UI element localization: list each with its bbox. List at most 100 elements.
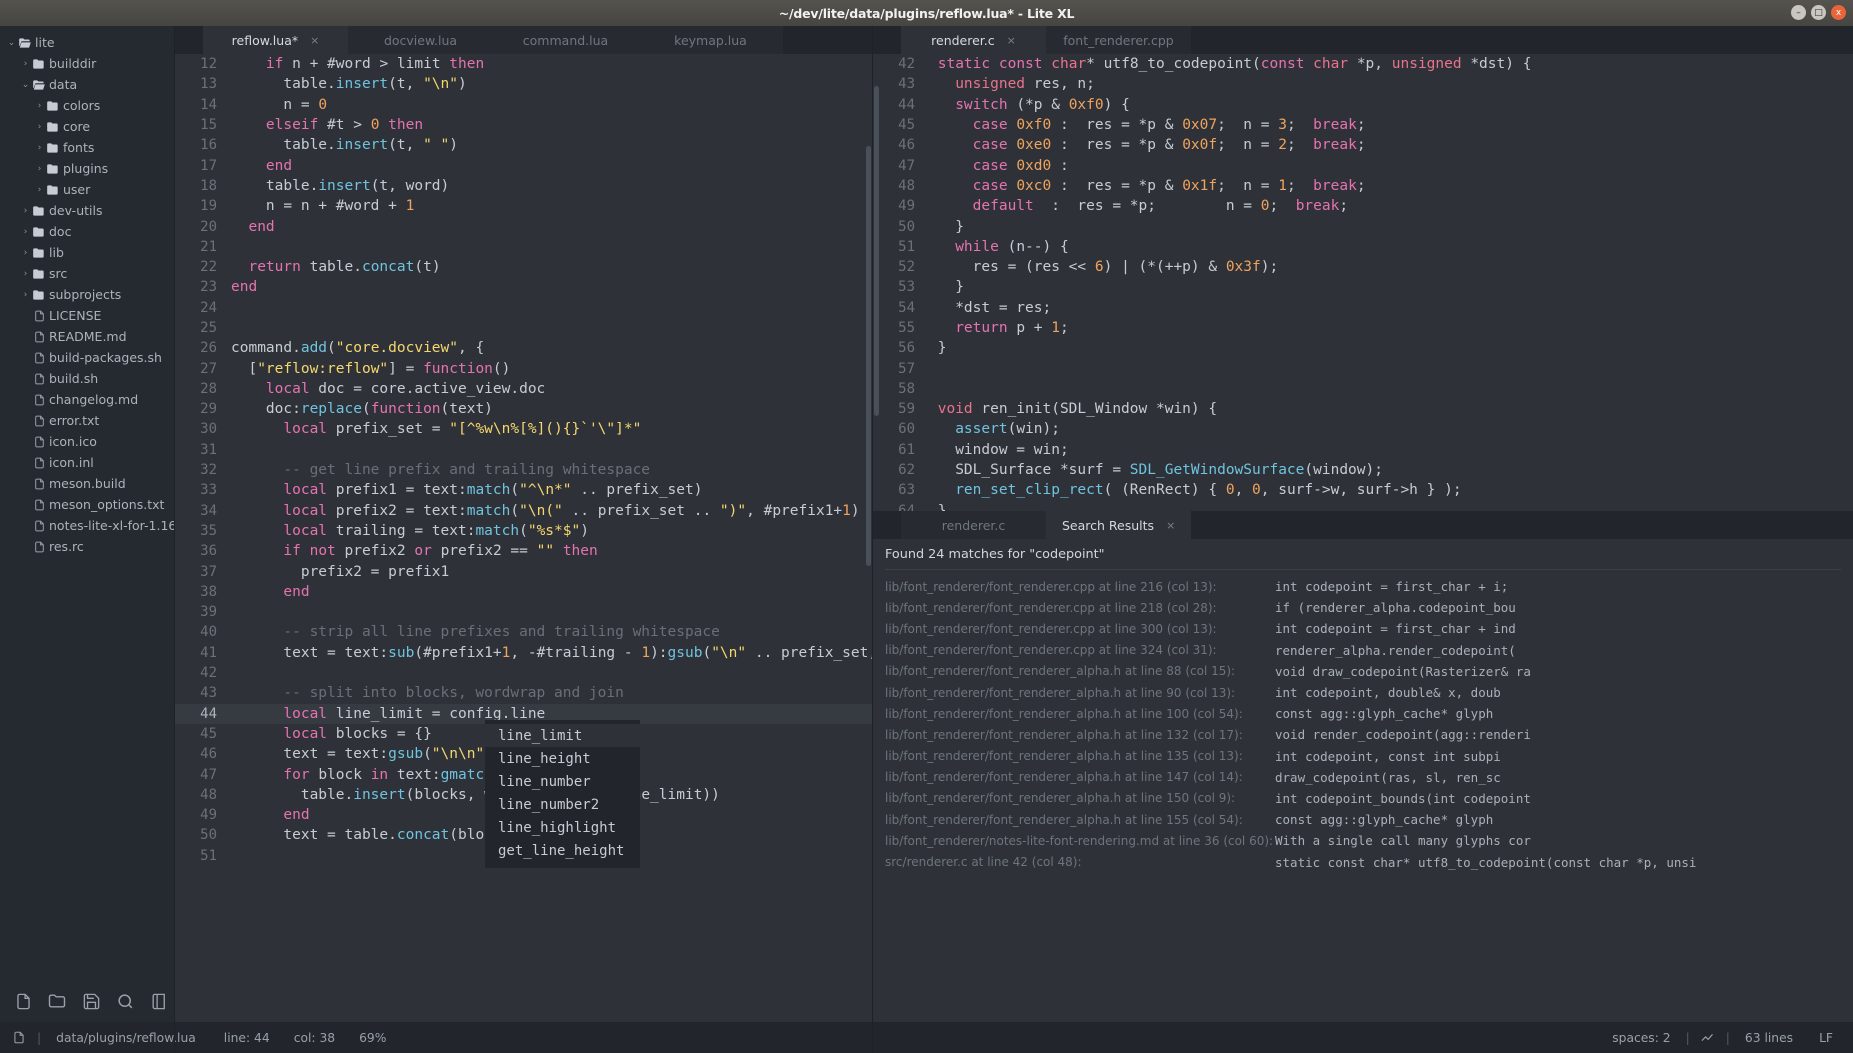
file-tree-item[interactable]: ›lib xyxy=(0,242,175,263)
file-tree-item[interactable]: error.txt xyxy=(0,410,175,431)
chevron-right-icon[interactable]: › xyxy=(20,59,31,69)
autocomplete-item[interactable]: line_highlight xyxy=(485,816,640,839)
file-tree-item[interactable]: ›dev-utils xyxy=(0,200,175,221)
search-results-list[interactable]: lib/font_renderer/font_renderer.cpp at l… xyxy=(873,576,1853,873)
code-line[interactable]: 32 -- get line prefix and trailing white… xyxy=(175,460,873,480)
code-line[interactable]: 55 return p + 1; xyxy=(873,318,1853,338)
pane-divider[interactable] xyxy=(872,26,873,1053)
file-tree-item[interactable]: icon.ico xyxy=(0,431,175,452)
code-line[interactable]: 40 -- strip all line prefixes and traili… xyxy=(175,622,873,642)
chevron-right-icon[interactable]: › xyxy=(34,101,45,111)
search-result-row[interactable]: lib/font_renderer/font_renderer.cpp at l… xyxy=(873,576,1853,597)
file-tree-item[interactable]: res.rc xyxy=(0,536,175,557)
search-result-row[interactable]: lib/font_renderer/font_renderer_alpha.h … xyxy=(873,724,1853,745)
code-line[interactable]: 43 unsigned res, n; xyxy=(873,74,1853,94)
file-tree-item[interactable]: build.sh xyxy=(0,368,175,389)
code-line[interactable]: 29 doc:replace(function(text) xyxy=(175,399,873,419)
chevron-right-icon[interactable]: › xyxy=(34,122,45,132)
chart-icon[interactable] xyxy=(1699,1027,1717,1049)
file-tree-item[interactable]: ⌄lite xyxy=(0,32,175,53)
close-icon[interactable]: × xyxy=(1166,519,1175,532)
status-indent[interactable]: spaces: 2 xyxy=(1606,1031,1676,1045)
status-zoom[interactable]: 69% xyxy=(341,1031,392,1045)
code-line[interactable]: 31 xyxy=(175,440,873,460)
left-editor-pane[interactable]: reflow.lua*×docview.luacommand.luakeymap… xyxy=(175,26,873,1053)
left-tabbar[interactable]: reflow.lua*×docview.luacommand.luakeymap… xyxy=(175,26,873,54)
code-line[interactable]: 61 window = win; xyxy=(873,440,1853,460)
chevron-right-icon[interactable]: › xyxy=(34,164,45,174)
file-tree-item[interactable]: ›user xyxy=(0,179,175,200)
code-line[interactable]: 26command.add("core.docview", { xyxy=(175,338,873,358)
close-icon[interactable]: × xyxy=(1007,34,1016,47)
status-eol[interactable]: LF xyxy=(1799,1031,1839,1045)
code-line[interactable]: 37 prefix2 = prefix1 xyxy=(175,561,873,581)
right-code-editor[interactable]: 42 static const char* utf8_to_codepoint(… xyxy=(873,54,1853,511)
search-result-row[interactable]: lib/font_renderer/font_renderer_alpha.h … xyxy=(873,767,1853,788)
editor-tab[interactable]: font_renderer.cpp xyxy=(1046,26,1191,54)
code-line[interactable]: 33 local prefix1 = text:match("^\n*" .. … xyxy=(175,480,873,500)
code-line[interactable]: 41 text = text:sub(#prefix1+1, -#trailin… xyxy=(175,643,873,663)
chevron-right-icon[interactable]: › xyxy=(20,248,31,258)
code-line[interactable]: 24 xyxy=(175,298,873,318)
code-line[interactable]: 15 elseif #t > 0 then xyxy=(175,115,873,135)
file-tree-item[interactable]: README.md xyxy=(0,326,175,347)
editor-tab[interactable]: Search Results× xyxy=(1046,511,1191,539)
code-line[interactable]: 13 table.insert(t, "\n") xyxy=(175,74,873,94)
maximize-button[interactable]: □ xyxy=(1811,5,1826,20)
file-tree-item[interactable]: notes-lite-xl-for-1.16 xyxy=(0,515,175,536)
search-result-row[interactable]: lib/font_renderer/font_renderer_alpha.h … xyxy=(873,809,1853,830)
left-code-editor[interactable]: 12 if n + #word > limit then13 table.ins… xyxy=(175,54,873,1053)
code-line[interactable]: 36 if not prefix2 or prefix2 == "" then xyxy=(175,541,873,561)
save-icon[interactable] xyxy=(80,990,102,1012)
code-line[interactable]: 25 xyxy=(175,318,873,338)
code-line[interactable]: 30 local prefix_set = "[^%w\n%[%](){}`'\… xyxy=(175,419,873,439)
chevron-right-icon[interactable]: › xyxy=(34,143,45,153)
file-tree-item[interactable]: ›colors xyxy=(0,95,175,116)
code-line[interactable]: 21 xyxy=(175,237,873,257)
search-result-row[interactable]: lib/font_renderer/font_renderer.cpp at l… xyxy=(873,640,1853,661)
code-line[interactable]: 42 xyxy=(175,663,873,683)
search-icon[interactable] xyxy=(114,990,136,1012)
code-line[interactable]: 45 case 0xf0 : res = *p & 0x07; n = 3; b… xyxy=(873,115,1853,135)
code-line[interactable]: 43 -- split into blocks, wordwrap and jo… xyxy=(175,683,873,703)
code-line[interactable]: 12 if n + #word > limit then xyxy=(175,54,873,74)
code-line[interactable]: 62 SDL_Surface *surf = SDL_GetWindowSurf… xyxy=(873,460,1853,480)
file-tree-item[interactable]: ›core xyxy=(0,116,175,137)
code-line[interactable]: 42 static const char* utf8_to_codepoint(… xyxy=(873,54,1853,74)
book-icon[interactable] xyxy=(148,990,170,1012)
editor-tab[interactable]: renderer.c× xyxy=(901,26,1046,54)
search-results-pane[interactable]: renderer.cSearch Results× Found 24 match… xyxy=(873,511,1853,1053)
close-button[interactable]: x xyxy=(1831,5,1846,20)
code-line[interactable]: 46 case 0xe0 : res = *p & 0x0f; n = 2; b… xyxy=(873,135,1853,155)
code-line[interactable]: 23end xyxy=(175,277,873,297)
chevron-down-icon[interactable]: ⌄ xyxy=(20,80,31,90)
search-result-row[interactable]: lib/font_renderer/font_renderer_alpha.h … xyxy=(873,661,1853,682)
file-tree-item[interactable]: build-packages.sh xyxy=(0,347,175,368)
search-result-row[interactable]: lib/font_renderer/font_renderer.cpp at l… xyxy=(873,618,1853,639)
code-line[interactable]: 63 ren_set_clip_rect( (RenRect) { 0, 0, … xyxy=(873,480,1853,500)
search-result-row[interactable]: lib/font_renderer/font_renderer_alpha.h … xyxy=(873,703,1853,724)
file-tree-item[interactable]: ⌄data xyxy=(0,74,175,95)
autocomplete-item[interactable]: line_limit xyxy=(485,724,640,747)
code-line[interactable]: 18 table.insert(t, word) xyxy=(175,176,873,196)
code-line[interactable]: 39 xyxy=(175,602,873,622)
file-tree-sidebar[interactable]: ⌄lite›builddir⌄data›colors›core›fonts›pl… xyxy=(0,26,175,1053)
code-line[interactable]: 44 switch (*p & 0xf0) { xyxy=(873,95,1853,115)
file-tree-item[interactable]: meson.build xyxy=(0,473,175,494)
search-result-row[interactable]: src/renderer.c at line 42 (col 48):stati… xyxy=(873,851,1853,872)
search-result-row[interactable]: lib/font_renderer/font_renderer_alpha.h … xyxy=(873,788,1853,809)
chevron-down-icon[interactable]: ⌄ xyxy=(6,38,17,48)
sidebar-toolbar[interactable] xyxy=(0,980,175,1022)
new-file-icon[interactable] xyxy=(12,990,34,1012)
search-results-tabbar[interactable]: renderer.cSearch Results× xyxy=(873,511,1853,539)
autocomplete-popup[interactable]: line_limitline_heightline_numberline_num… xyxy=(485,720,640,868)
editor-tab[interactable]: renderer.c xyxy=(901,511,1046,539)
file-tree-item[interactable]: ›plugins xyxy=(0,158,175,179)
close-icon[interactable]: × xyxy=(310,34,319,47)
autocomplete-item[interactable]: line_number2 xyxy=(485,793,640,816)
code-line[interactable]: 58 xyxy=(873,379,1853,399)
right-tabbar[interactable]: renderer.c×font_renderer.cpp xyxy=(873,26,1853,54)
editor-tab[interactable]: keymap.lua xyxy=(638,26,783,54)
code-line[interactable]: 54 *dst = res; xyxy=(873,298,1853,318)
sidebar-divider[interactable] xyxy=(174,26,175,1053)
